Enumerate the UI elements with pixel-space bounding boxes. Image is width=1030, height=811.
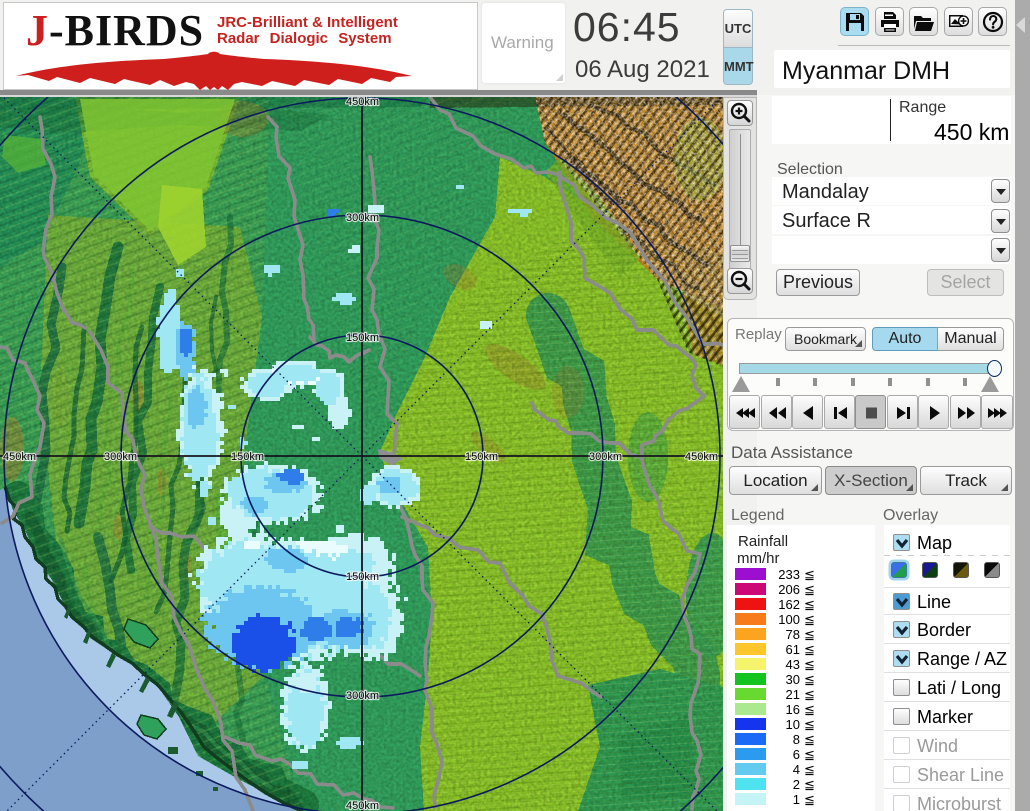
svg-text:300km: 300km [104,451,137,463]
svg-text:150km: 150km [346,571,379,583]
svg-text:300km: 300km [589,451,622,463]
svg-text:300km: 300km [346,690,379,702]
svg-text:450km: 450km [346,97,379,108]
svg-text:450km: 450km [3,451,36,463]
svg-text:450km: 450km [685,451,718,463]
svg-text:150km: 150km [231,451,264,463]
svg-text:300km: 300km [346,212,379,224]
svg-text:150km: 150km [346,332,379,344]
svg-text:150km: 150km [465,451,498,463]
svg-text:450km: 450km [346,800,379,811]
